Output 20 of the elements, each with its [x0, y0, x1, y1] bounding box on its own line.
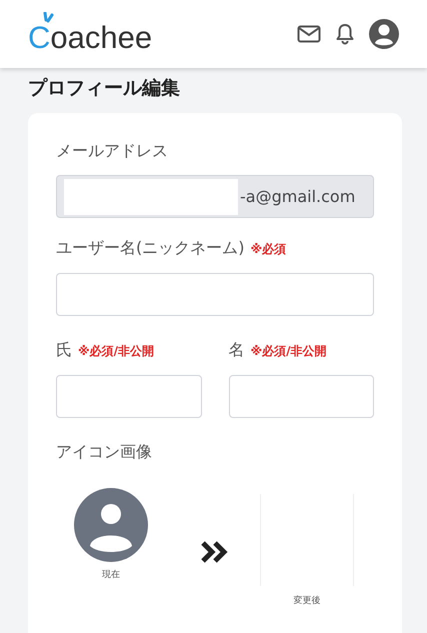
required-note: ※必須/非公開: [250, 344, 327, 358]
default-avatar-icon: [74, 488, 148, 562]
mail-icon[interactable]: [297, 25, 321, 43]
name-input-field[interactable]: [56, 375, 202, 418]
required-note: ※必須: [250, 242, 286, 256]
notification-bell-icon[interactable]: [335, 23, 355, 45]
name-input-field[interactable]: [228, 375, 374, 418]
image-caption: 変更後: [294, 594, 320, 607]
required-note: ※必須/非公開: [78, 344, 154, 358]
field-label: ユーザー名(ニックネーム): [56, 238, 244, 257]
field-label: 氏: [56, 340, 72, 359]
logo[interactable]: Coachee: [28, 11, 152, 55]
username-input-field[interactable]: [56, 273, 374, 316]
field-label: メールアドレス: [56, 140, 169, 162]
field-label: アイコン画像: [56, 441, 153, 463]
image-caption: 現在: [102, 568, 120, 581]
user-avatar-icon[interactable]: [369, 19, 399, 49]
page-title: プロフィール編集: [28, 76, 181, 101]
field-label: 名: [228, 340, 244, 359]
double-chevron-icon: [200, 540, 230, 564]
